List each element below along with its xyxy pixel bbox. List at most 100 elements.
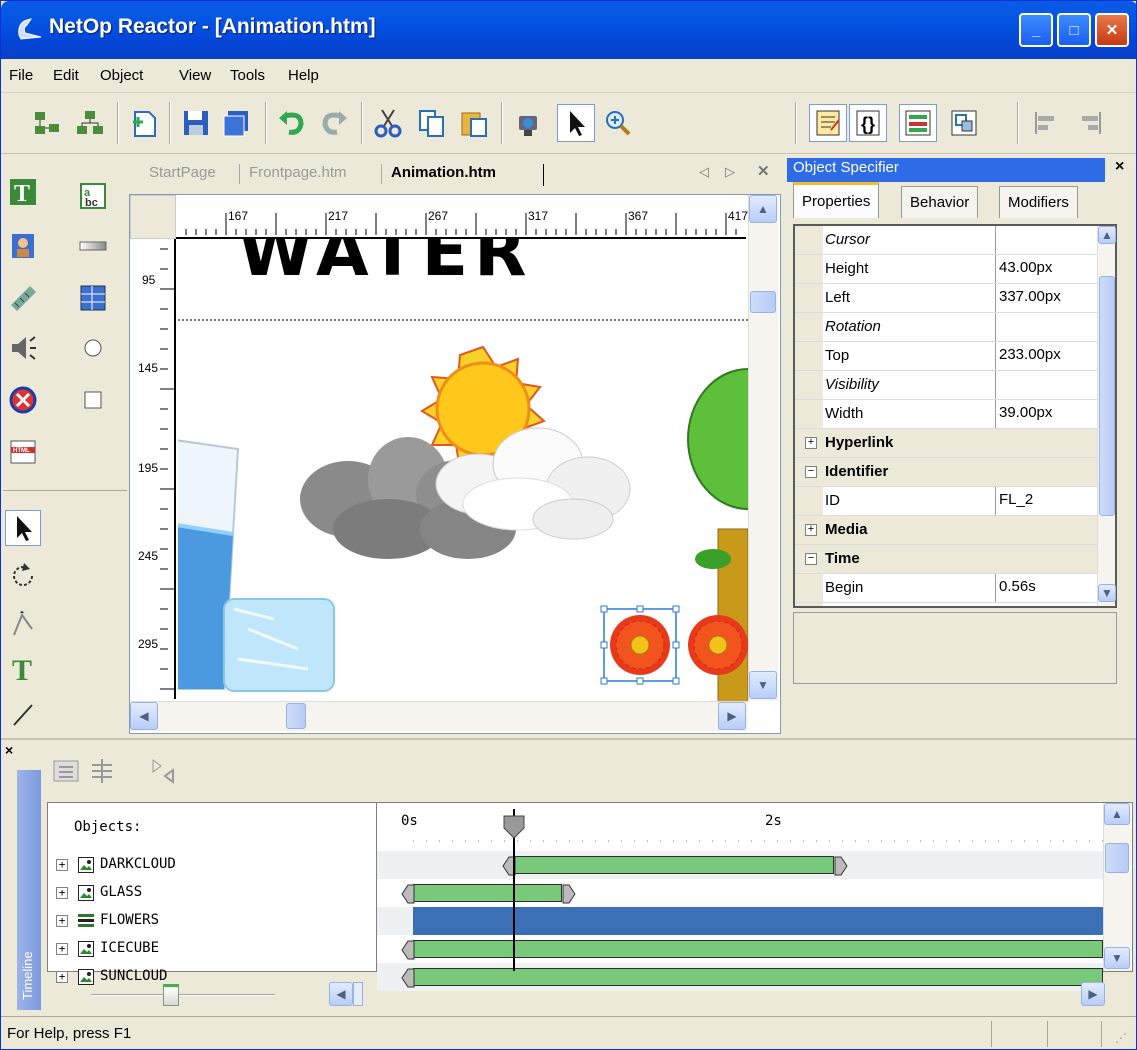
close-timeline-icon[interactable]: × [5, 742, 13, 758]
circle-shape-icon[interactable] [75, 330, 111, 366]
expand-icon[interactable]: + [56, 887, 68, 899]
scroll-right-icon[interactable]: ▶ [1081, 982, 1105, 1006]
resize-grip-icon[interactable]: ⋰ [1115, 1031, 1127, 1045]
property-category[interactable]: − Time [795, 545, 1097, 574]
property-category[interactable]: + Media [795, 516, 1097, 545]
property-category[interactable]: − Identifier [795, 458, 1097, 487]
redo-icon[interactable] [315, 104, 353, 142]
property-row[interactable]: ID FL_2 [795, 487, 1097, 516]
timeline-vertical-scrollbar[interactable]: ▲ ▼ [1103, 803, 1131, 971]
bar-start-handle-icon[interactable] [401, 940, 415, 964]
water-heading[interactable]: WATER [238, 239, 533, 292]
tab-behavior[interactable]: Behavior [901, 186, 979, 218]
property-row[interactable]: Visibility [795, 371, 1097, 400]
undo-icon[interactable] [273, 104, 311, 142]
property-value[interactable]: FL_2 [995, 487, 1036, 515]
timeline-track[interactable] [377, 851, 1103, 879]
properties-panel-icon[interactable] [809, 104, 847, 142]
preview-icon[interactable] [509, 104, 547, 142]
rectangle-shape-icon[interactable] [75, 382, 111, 418]
timeline-tracks[interactable]: 0s 2s ▲ ▼ [377, 802, 1133, 991]
timeline-object-row[interactable]: + GLASS [48, 879, 376, 907]
menu-view[interactable]: View [179, 67, 211, 84]
text-tool-icon[interactable]: T [5, 174, 41, 210]
tab-startpage[interactable]: StartPage [149, 164, 216, 181]
line-tool-icon[interactable] [5, 696, 41, 732]
canvas-vertical-scrollbar[interactable]: ▲ ▼ [748, 195, 778, 701]
property-row[interactable]: Left 337.00px [795, 284, 1097, 313]
expand-icon[interactable]: + [805, 524, 817, 536]
timeline-bar[interactable] [413, 940, 1103, 958]
property-scrollbar[interactable]: ▲ ▼ [1097, 226, 1116, 606]
sound-tool-icon[interactable] [5, 330, 41, 366]
close-tab-icon[interactable]: ✕ [757, 162, 770, 180]
table-tool-icon[interactable] [75, 280, 111, 316]
timeline-bar[interactable] [513, 856, 835, 874]
playhead-handle-icon[interactable] [503, 815, 525, 843]
film-tool-icon[interactable] [5, 280, 41, 316]
timeline-bar[interactable] [413, 907, 1103, 935]
property-value[interactable] [995, 371, 1002, 399]
property-row[interactable]: Top 233.00px [795, 342, 1097, 371]
scroll-down-icon[interactable]: ▼ [1104, 947, 1130, 969]
property-row[interactable]: Cursor [795, 226, 1097, 255]
hscroll-thumb[interactable] [286, 703, 306, 729]
zoom-slider[interactable] [91, 994, 275, 996]
expand-icon[interactable]: + [56, 859, 68, 871]
scroll-down-icon[interactable]: ▼ [749, 671, 777, 699]
close-project-icon[interactable] [71, 104, 109, 142]
timeline-keyframe-icon[interactable] [149, 756, 179, 790]
bar-start-handle-icon[interactable] [401, 884, 415, 908]
property-value[interactable]: 0.56s [995, 574, 1039, 602]
timeline-track[interactable] [377, 935, 1103, 963]
close-panel-icon[interactable]: × [1115, 158, 1124, 176]
property-value[interactable]: 39.00px [995, 400, 1055, 428]
close-button[interactable]: ✕ [1095, 13, 1129, 47]
property-value[interactable]: 337.00px [995, 284, 1064, 312]
timeline-panel-icon[interactable] [899, 104, 937, 142]
tab-scroll-left-icon[interactable]: ◁ [699, 164, 709, 180]
timeline-side-tab[interactable]: Timeline [17, 770, 41, 1010]
timeline-bar[interactable] [413, 884, 563, 902]
timeline-track[interactable] [377, 879, 1103, 907]
tab-animation[interactable]: Animation.htm [391, 164, 496, 181]
layout-icon[interactable] [945, 104, 983, 142]
new-page-icon[interactable] [125, 104, 163, 142]
text-insert-tool-icon[interactable]: T [5, 650, 41, 686]
expand-icon[interactable]: + [56, 943, 68, 955]
save-all-icon[interactable] [217, 104, 255, 142]
expand-icon[interactable]: + [805, 437, 817, 449]
property-row[interactable]: Height 43.00px [795, 255, 1097, 284]
tab-scroll-right-icon[interactable]: ▷ [725, 164, 735, 180]
html-tool-icon[interactable]: HTML [5, 434, 41, 470]
person-image-icon[interactable] [5, 228, 41, 264]
property-row[interactable]: Width 39.00px [795, 400, 1097, 429]
timeline-props-icon[interactable] [51, 756, 81, 790]
tab-modifiers[interactable]: Modifiers [999, 186, 1078, 218]
scroll-up-icon[interactable]: ▲ [1104, 803, 1130, 825]
timeline-hscroll-thumb[interactable] [353, 982, 363, 1006]
path-tool-icon[interactable] [5, 606, 41, 642]
vscroll-thumb[interactable] [750, 291, 776, 313]
property-value[interactable] [995, 313, 1002, 341]
property-row[interactable]: Begin 0.56s [795, 574, 1097, 603]
property-category[interactable]: + Hyperlink [795, 429, 1097, 458]
title-bar[interactable]: NetOp Reactor - [Animation.htm] _ □ ✕ [1, 1, 1136, 59]
select-tool-icon[interactable] [5, 510, 41, 546]
scroll-left-icon[interactable]: ◀ [130, 702, 158, 730]
open-project-icon[interactable] [29, 104, 67, 142]
delete-tool-icon[interactable] [5, 382, 41, 418]
align-left-icon[interactable] [1027, 104, 1065, 142]
collapse-icon[interactable]: − [805, 553, 817, 565]
menu-tools[interactable]: Tools [230, 67, 265, 84]
bar-shape-icon[interactable] [75, 228, 111, 264]
property-row[interactable]: Rotation [795, 313, 1097, 342]
collapse-icon[interactable]: − [805, 466, 817, 478]
menu-file[interactable]: File [9, 67, 33, 84]
pointer-icon[interactable] [557, 104, 595, 142]
copy-icon[interactable] [413, 104, 451, 142]
timeline-scroll-thumb[interactable] [1105, 843, 1129, 873]
menu-help[interactable]: Help [288, 67, 319, 84]
minimize-button[interactable]: _ [1019, 13, 1053, 47]
property-scroll-thumb[interactable] [1099, 276, 1115, 516]
